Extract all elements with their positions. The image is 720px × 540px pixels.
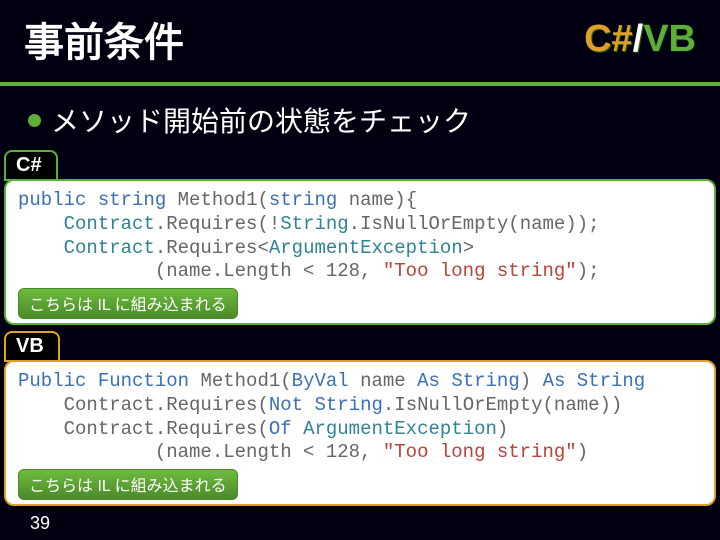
bullet-icon: [28, 114, 41, 127]
lang-csharp-mark: C#: [584, 18, 633, 60]
slide-subheading: メソッド開始前の状態をチェック: [0, 86, 720, 150]
vb-code: Public Function Method1(ByVal name As St…: [18, 370, 706, 465]
slide-header: 事前条件 C#/VB: [0, 0, 720, 86]
csharp-codebox: public string Method1(string name){ Cont…: [4, 179, 716, 325]
subheading-text: メソッド開始前の状態をチェック: [51, 100, 471, 140]
vb-note: こちらは IL に組み込まれる: [18, 469, 238, 500]
csharp-code: public string Method1(string name){ Cont…: [18, 189, 706, 284]
csharp-tag: C#: [4, 150, 58, 181]
page-number: 39: [30, 513, 50, 534]
lang-vb-mark: VB: [643, 18, 696, 60]
slide-title: 事前条件: [24, 10, 184, 68]
csharp-block: C# public string Method1(string name){ C…: [0, 150, 720, 325]
vb-codebox: Public Function Method1(ByVal name As St…: [4, 360, 716, 506]
lang-slash: /: [633, 18, 644, 60]
lang-mark: C#/VB: [584, 18, 696, 61]
csharp-note: こちらは IL に組み込まれる: [18, 288, 238, 319]
vb-tag: VB: [4, 331, 60, 362]
vb-block: VB Public Function Method1(ByVal name As…: [0, 331, 720, 506]
